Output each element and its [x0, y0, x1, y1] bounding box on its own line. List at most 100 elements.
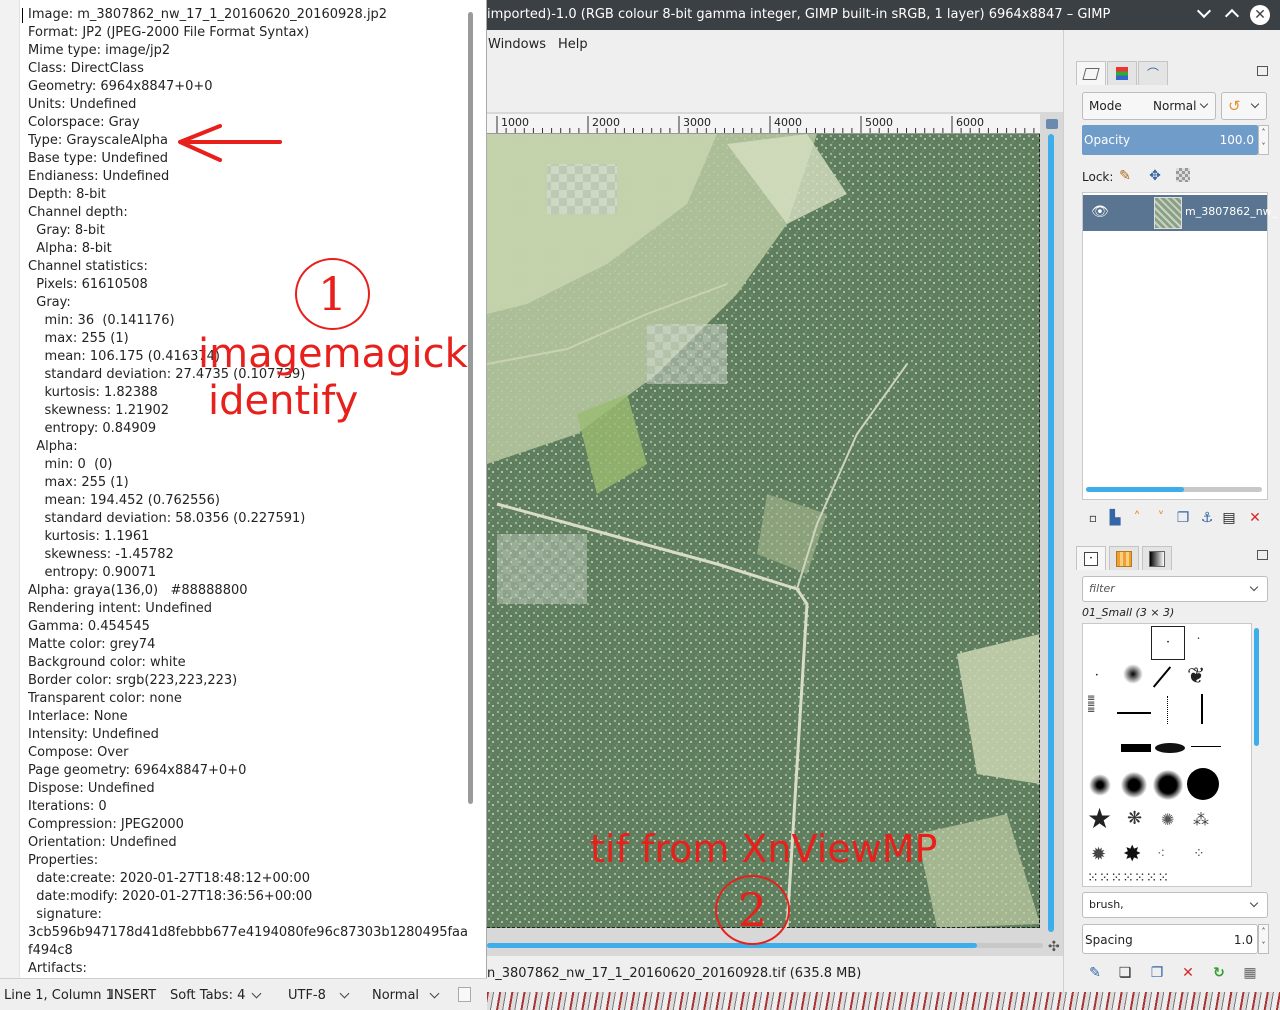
- menu-windows[interactable]: Windows: [488, 37, 546, 52]
- brush-item[interactable]: ★: [1087, 802, 1112, 835]
- anchor-layer-icon[interactable]: ⚓: [1198, 510, 1216, 528]
- brush-filter-dropdown[interactable]: filter: [1082, 576, 1268, 602]
- lock-alpha-icon[interactable]: [1176, 168, 1190, 182]
- image-canvas[interactable]: [487, 134, 1040, 928]
- brush-item[interactable]: [1187, 768, 1219, 800]
- mode-dropdown[interactable]: Mode Normal: [1082, 92, 1216, 120]
- tab-gradients[interactable]: [1142, 546, 1172, 570]
- layer-row[interactable]: 👁 m_3807862_nw_: [1083, 195, 1277, 231]
- brush-item[interactable]: [1123, 664, 1143, 684]
- editor-line: Intensity: Undefined: [28, 727, 159, 742]
- delete-brush-icon[interactable]: ✕: [1179, 965, 1197, 983]
- spacing-slider[interactable]: Spacing 1.0: [1082, 924, 1258, 954]
- editor-line: min: 36 (0.141176): [28, 313, 175, 328]
- tab-paths[interactable]: ⌒: [1138, 61, 1168, 85]
- delete-layer-icon[interactable]: ✕: [1246, 510, 1264, 528]
- encoding-setting[interactable]: UTF-8: [288, 988, 326, 1003]
- editor-gutter: [0, 0, 20, 978]
- dock-menu-icon[interactable]: [1257, 550, 1268, 560]
- lower-layer-icon[interactable]: ˅: [1152, 510, 1170, 528]
- brush-tab-icon: •: [1084, 551, 1098, 566]
- duplicate-brush-icon[interactable]: ❐: [1148, 965, 1166, 983]
- brush-item[interactable]: ✸: [1123, 842, 1141, 867]
- new-layer-icon[interactable]: ▙: [1106, 510, 1124, 528]
- annotation-label-2: tif from XnViewMP: [590, 827, 938, 871]
- brush-item[interactable]: ⁘: [1193, 846, 1205, 862]
- brush-selected[interactable]: •: [1151, 626, 1185, 660]
- indentation-setting[interactable]: Soft Tabs: 4: [170, 988, 245, 1003]
- annotation-circle-1: 1: [295, 258, 370, 330]
- tab-brushes[interactable]: •: [1076, 546, 1106, 570]
- open-as-image-icon[interactable]: ▦: [1241, 965, 1259, 983]
- editor-line: standard deviation: 58.0356 (0.227591): [28, 511, 306, 526]
- brush-item[interactable]: [1121, 772, 1147, 798]
- annotation-number-1: 1: [317, 267, 348, 321]
- layer-mask-icon[interactable]: ▤: [1220, 510, 1238, 528]
- editor-line: Transparent color: none: [28, 691, 182, 706]
- brush-grid-scrollbar[interactable]: [1254, 628, 1259, 746]
- tab-patterns[interactable]: [1109, 546, 1139, 570]
- brush-item[interactable]: ⁖: [1157, 846, 1165, 862]
- input-mode[interactable]: INSERT: [110, 988, 156, 1003]
- brush-item[interactable]: [1155, 743, 1185, 753]
- lock-position-icon[interactable]: ✥: [1146, 168, 1164, 186]
- reset-mode-button[interactable]: ↺: [1221, 92, 1267, 120]
- document-icon[interactable]: [458, 987, 471, 1002]
- opacity-slider[interactable]: Opacity 100.0: [1082, 125, 1258, 155]
- edit-brush-icon[interactable]: ✎: [1086, 965, 1104, 983]
- brush-item[interactable]: [1201, 694, 1203, 724]
- navigate-icon[interactable]: [1046, 119, 1058, 129]
- editor-scrollbar[interactable]: [468, 12, 473, 804]
- layers-scrollbar[interactable]: [1086, 487, 1184, 492]
- editor-line: Properties:: [28, 853, 99, 868]
- editor-line: Artifacts:: [28, 961, 87, 974]
- tab-channels[interactable]: [1107, 61, 1137, 85]
- brush-item[interactable]: •: [1197, 636, 1200, 642]
- brush-item[interactable]: [1152, 666, 1172, 688]
- brush-item[interactable]: ❦: [1187, 664, 1205, 689]
- brush-item[interactable]: [1153, 770, 1183, 800]
- spacing-spinner[interactable]: ˄ ˅: [1258, 924, 1269, 954]
- new-layer-group-icon[interactable]: ▫: [1084, 510, 1102, 528]
- editor-line: Matte color: grey74: [28, 637, 156, 652]
- aerial-image: [487, 134, 1040, 928]
- editor-line: Class: DirectClass: [28, 61, 144, 76]
- syntax-highlight-setting[interactable]: Normal: [372, 988, 419, 1003]
- brush-item[interactable]: ✹: [1091, 844, 1106, 865]
- new-brush-icon[interactable]: ❏: [1116, 965, 1134, 983]
- ruler-label: 5000: [865, 116, 893, 129]
- canvas-toolbar: [487, 58, 1063, 113]
- chevron-down-icon: [1249, 898, 1259, 908]
- brush-item[interactable]: ⁂: [1193, 810, 1209, 829]
- canvas-horizontal-scrollbar[interactable]: [487, 943, 977, 948]
- minimize-icon[interactable]: [1196, 3, 1212, 19]
- brush-item[interactable]: [1117, 712, 1151, 714]
- brush-item[interactable]: ≡ ≡ ≡: [1087, 694, 1095, 716]
- zoom-navigate-icon[interactable]: ✣: [1048, 939, 1060, 955]
- brush-item[interactable]: ❋: [1127, 808, 1142, 829]
- brush-item[interactable]: ⁙⁙⁙⁙⁙⁙⁙: [1087, 870, 1169, 886]
- opacity-spinner[interactable]: ˄ ˅: [1258, 125, 1269, 155]
- brush-item[interactable]: [1167, 696, 1168, 724]
- close-icon[interactable]: ✕: [1250, 5, 1270, 25]
- visibility-eye-icon[interactable]: 👁: [1091, 204, 1109, 220]
- brush-item[interactable]: [1191, 746, 1221, 747]
- chevron-down-icon: [1249, 582, 1259, 592]
- maximize-icon[interactable]: [1224, 8, 1240, 24]
- brush-item[interactable]: [1089, 774, 1111, 796]
- brush-item[interactable]: ✺: [1161, 810, 1174, 829]
- refresh-brushes-icon[interactable]: ↻: [1210, 965, 1228, 983]
- dock-menu-icon[interactable]: [1257, 66, 1268, 76]
- menu-help[interactable]: Help: [558, 37, 588, 52]
- editor-line: kurtosis: 1.1961: [28, 529, 150, 544]
- canvas-vertical-scrollbar[interactable]: [1048, 134, 1054, 932]
- duplicate-layer-icon[interactable]: ❐: [1174, 510, 1192, 528]
- editor-line: Gray: 8-bit: [28, 223, 105, 238]
- horizontal-ruler: 1000 2000 3000 4000 5000 6000: [487, 114, 1040, 134]
- lock-pixels-icon[interactable]: ✎: [1116, 168, 1134, 186]
- brush-item[interactable]: [1121, 744, 1151, 752]
- tab-layers[interactable]: [1076, 61, 1106, 85]
- brush-tag-dropdown[interactable]: brush,: [1082, 892, 1268, 918]
- raise-layer-icon[interactable]: ˄: [1128, 510, 1146, 528]
- brush-item[interactable]: •: [1095, 672, 1099, 679]
